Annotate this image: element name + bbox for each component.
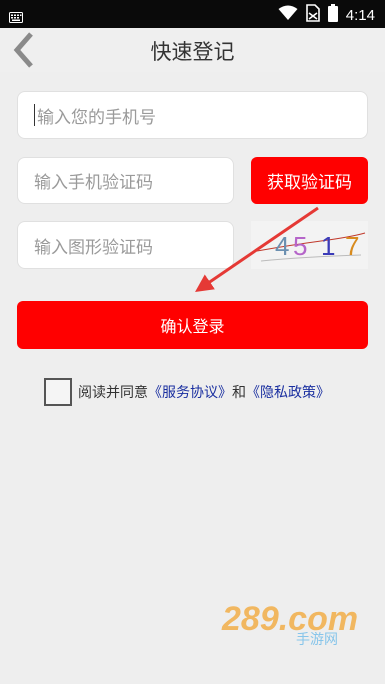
status-bar: 4:14 bbox=[0, 0, 385, 28]
agree-checkbox[interactable] bbox=[44, 378, 72, 406]
phone-placeholder: 输入您的手机号 bbox=[37, 107, 156, 128]
agreement-and: 和 bbox=[232, 385, 246, 401]
keyboard-icon bbox=[9, 8, 23, 27]
wifi-icon bbox=[278, 5, 298, 25]
image-code-placeholder: 输入图形验证码 bbox=[34, 237, 153, 258]
get-code-button[interactable]: 获取验证码 bbox=[251, 157, 368, 204]
agreement-row: 阅读并同意 《服务协议》 和 《隐私政策》 bbox=[44, 377, 330, 407]
get-code-label: 获取验证码 bbox=[267, 173, 352, 193]
privacy-policy-link[interactable]: 《隐私政策》 bbox=[246, 382, 330, 402]
captcha-digit: 5 bbox=[293, 231, 308, 261]
phone-input[interactable]: 输入您的手机号 bbox=[17, 91, 368, 139]
watermark-logo: 289.com 手游网 bbox=[218, 598, 368, 652]
captcha-image[interactable]: 4 5 1 7 bbox=[251, 221, 368, 269]
image-code-input[interactable]: 输入图形验证码 bbox=[17, 221, 234, 269]
text-cursor bbox=[34, 104, 35, 126]
captcha-digit: 1 bbox=[321, 231, 336, 261]
agreement-prefix: 阅读并同意 bbox=[78, 385, 148, 401]
captcha-digit: 7 bbox=[345, 231, 360, 261]
service-agreement-link[interactable]: 《服务协议》 bbox=[148, 382, 232, 402]
app-header: 快速登记 bbox=[0, 28, 385, 72]
captcha-digit: 4 bbox=[275, 231, 290, 261]
status-time: 4:14 bbox=[345, 6, 375, 24]
sms-code-input[interactable]: 输入手机验证码 bbox=[17, 157, 234, 204]
confirm-login-label: 确认登录 bbox=[160, 317, 225, 336]
page-title: 快速登记 bbox=[150, 40, 235, 64]
battery-icon bbox=[327, 4, 338, 26]
watermark-sub: 手游网 bbox=[296, 632, 338, 648]
confirm-login-button[interactable]: 确认登录 bbox=[17, 301, 368, 349]
sms-code-placeholder: 输入手机验证码 bbox=[34, 173, 153, 193]
no-sim-icon bbox=[305, 4, 320, 26]
